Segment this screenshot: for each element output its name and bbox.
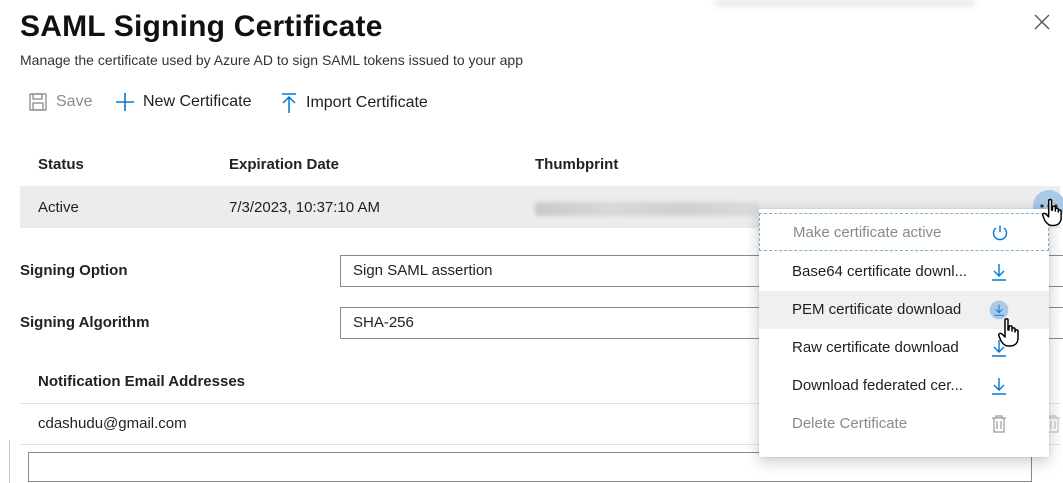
download-icon bbox=[989, 367, 1009, 405]
signing-option-label: Signing Option bbox=[20, 262, 128, 279]
menu-item-label: Raw certificate download bbox=[792, 339, 959, 356]
plus-icon bbox=[116, 93, 134, 111]
hand-cursor-icon bbox=[1042, 198, 1063, 233]
menu-item-label: PEM certificate download bbox=[792, 301, 962, 318]
import-certificate-label: Import Certificate bbox=[306, 94, 428, 111]
hand-cursor-icon bbox=[998, 318, 1020, 353]
menu-item-base64-download[interactable]: Base64 certificate downl... bbox=[759, 253, 1049, 291]
menu-item-federated-download[interactable]: Download federated cer... bbox=[759, 367, 1049, 405]
menu-item-label: Base64 certificate downl... bbox=[792, 263, 968, 280]
new-certificate-label: New Certificate bbox=[143, 93, 252, 110]
save-icon bbox=[29, 93, 47, 111]
import-certificate-button[interactable]: Import Certificate bbox=[280, 92, 428, 114]
menu-item-label: Make certificate active bbox=[793, 224, 942, 241]
thumbprint-redacted bbox=[535, 202, 760, 216]
menu-item-label: Delete Certificate bbox=[792, 415, 908, 432]
menu-item-label: Download federated cer... bbox=[792, 377, 963, 394]
close-icon bbox=[1034, 14, 1050, 30]
notification-email: cdashudu@gmail.com bbox=[38, 415, 187, 432]
power-icon bbox=[990, 214, 1010, 252]
download-icon bbox=[989, 253, 1009, 291]
row-expiration: 7/3/2023, 10:37:10 AM bbox=[229, 199, 380, 216]
close-button[interactable] bbox=[1033, 12, 1051, 36]
page-title: SAML Signing Certificate bbox=[20, 10, 383, 43]
signing-option-value: Sign SAML assertion bbox=[353, 262, 493, 279]
new-certificate-button[interactable]: New Certificate bbox=[115, 92, 251, 112]
menu-item-make-active[interactable]: Make certificate active bbox=[759, 213, 1049, 251]
menu-item-delete-certificate[interactable]: Delete Certificate bbox=[759, 405, 1049, 443]
row-status: Active bbox=[38, 199, 79, 216]
save-label: Save bbox=[56, 93, 93, 110]
column-header-expiration: Expiration Date bbox=[229, 156, 340, 173]
shadow-edge bbox=[715, 0, 975, 10]
signing-algorithm-value: SHA-256 bbox=[353, 314, 414, 331]
save-button[interactable]: Save bbox=[28, 92, 92, 112]
upload-icon bbox=[282, 93, 296, 113]
signing-algorithm-label: Signing Algorithm bbox=[20, 314, 150, 331]
notification-email-label: Notification Email Addresses bbox=[38, 373, 245, 390]
trash-icon bbox=[989, 405, 1009, 443]
divider bbox=[9, 440, 10, 483]
page-subtitle: Manage the certificate used by Azure AD … bbox=[20, 52, 523, 68]
column-header-thumbprint: Thumbprint bbox=[535, 156, 619, 173]
column-header-status: Status bbox=[38, 156, 84, 173]
